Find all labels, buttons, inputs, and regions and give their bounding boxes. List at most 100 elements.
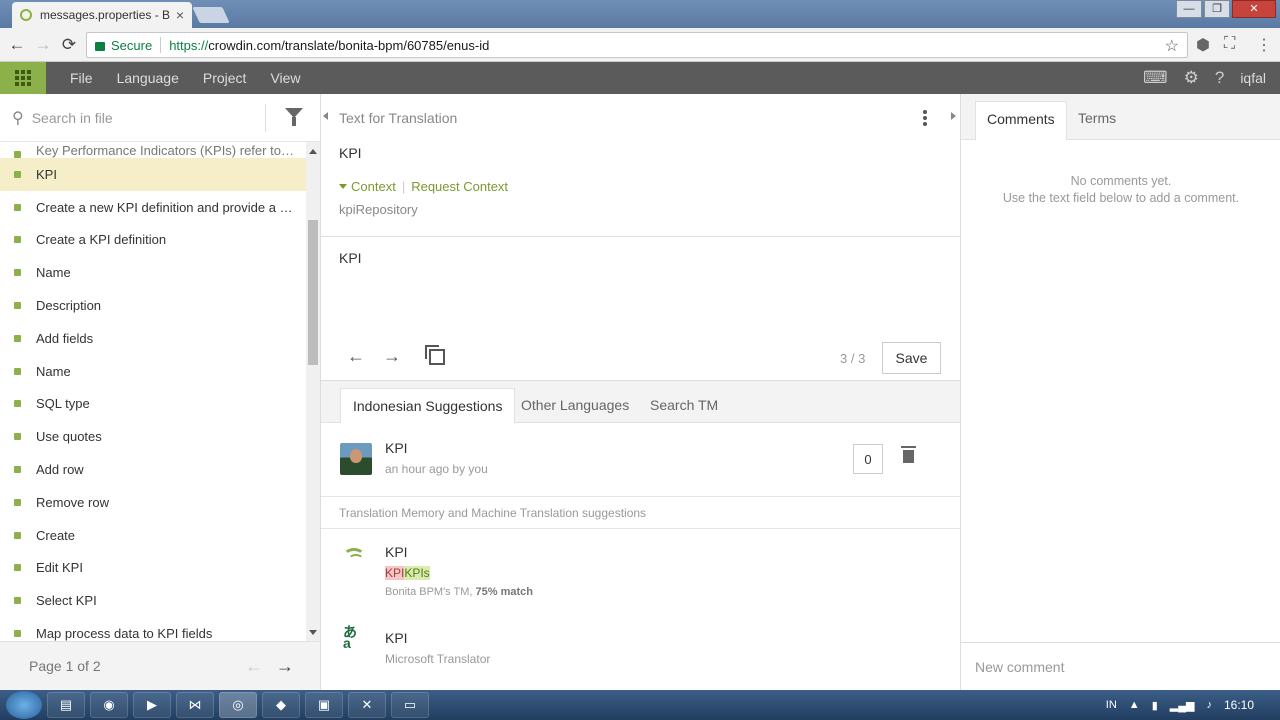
copy-source-icon[interactable] xyxy=(425,345,445,365)
mt-suggestion-text[interactable]: KPI xyxy=(385,630,408,646)
filter-icon[interactable] xyxy=(285,108,303,126)
apps-grid-icon[interactable] xyxy=(0,62,46,94)
translation-textarea[interactable]: KPI xyxy=(339,250,362,266)
tm-diff: KPIKPIs xyxy=(385,566,430,580)
window-controls: — ❐ ✕ xyxy=(1174,0,1276,18)
save-button[interactable]: Save xyxy=(882,342,941,374)
list-item[interactable]: SQL type xyxy=(0,388,306,421)
address-bar[interactable]: Secure https://crowdin.com/translate/bon… xyxy=(86,32,1188,58)
collapse-right-icon[interactable] xyxy=(951,112,956,120)
tm-section-header: Translation Memory and Machine Translati… xyxy=(321,497,960,529)
menu-file[interactable]: File xyxy=(70,70,93,86)
tab-close-icon[interactable]: × xyxy=(176,7,184,23)
visual-studio-icon[interactable]: ⋈ xyxy=(176,692,214,718)
chrome-menu-icon[interactable]: ⋮ xyxy=(1256,35,1272,55)
list-item[interactable]: Edit KPI xyxy=(0,552,306,585)
tm-suggestion-text[interactable]: KPI xyxy=(385,544,408,560)
right-tabs: Comments Terms xyxy=(961,94,1280,140)
comments-panel: Comments Terms No comments yet. Use the … xyxy=(960,94,1280,690)
window-icon[interactable]: ▭ xyxy=(391,692,429,718)
scroll-down-icon[interactable] xyxy=(309,630,317,635)
new-tab-button[interactable] xyxy=(192,7,230,23)
tab-search-tm[interactable]: Search TM xyxy=(638,388,730,423)
list-item[interactable]: Map process data to KPI fields xyxy=(0,617,306,641)
chrome-icon[interactable]: ◎ xyxy=(219,692,257,718)
maximize-button[interactable]: ❐ xyxy=(1204,0,1230,18)
keyboard-icon[interactable]: ⌨ xyxy=(1143,68,1168,88)
suggestion-tabs: Indonesian Suggestions Other Languages S… xyxy=(321,381,960,423)
scroll-thumb[interactable] xyxy=(308,220,318,365)
firefox-icon[interactable]: ◉ xyxy=(90,692,128,718)
caret-down-icon xyxy=(339,184,347,189)
list-item[interactable]: KPI xyxy=(0,158,306,191)
back-arrow-icon[interactable]: ← xyxy=(4,35,30,55)
context-toggle[interactable]: Context xyxy=(351,179,396,194)
string-key: kpiRepository xyxy=(339,202,418,217)
page-indicator: Page 1 of 2 xyxy=(29,658,101,674)
minimize-button[interactable]: — xyxy=(1176,0,1202,18)
suggestion-row[interactable]: KPI an hour ago by you 0 xyxy=(321,423,960,497)
menu-language[interactable]: Language xyxy=(117,70,179,86)
request-context-link[interactable]: Request Context xyxy=(411,179,508,194)
volume-icon[interactable]: ♪ xyxy=(1206,699,1212,711)
list-item[interactable]: Select KPI xyxy=(0,584,306,617)
search-bar: ⚲ Search in file xyxy=(0,94,320,142)
cast-icon[interactable]: ⛶ xyxy=(1224,35,1235,53)
crowdin-favicon-icon xyxy=(20,9,32,21)
app-icon[interactable]: ◆ xyxy=(262,692,300,718)
media-player-icon[interactable]: ▶ xyxy=(133,692,171,718)
bookmark-star-icon[interactable]: ☆ xyxy=(1165,36,1179,56)
list-item[interactable]: Create a KPI definition xyxy=(0,224,306,257)
mt-source: Microsoft Translator xyxy=(385,652,491,666)
reload-icon[interactable]: ⟳ xyxy=(56,35,82,55)
menu-view[interactable]: View xyxy=(270,70,300,86)
close-window-button[interactable]: ✕ xyxy=(1232,0,1276,18)
list-scrollbar[interactable] xyxy=(306,142,320,641)
secure-label: Secure xyxy=(111,37,153,53)
list-item[interactable]: Description xyxy=(0,289,306,322)
list-item[interactable]: Name xyxy=(0,256,306,289)
list-item[interactable]: Use quotes xyxy=(0,420,306,453)
list-item[interactable]: Remove row xyxy=(0,486,306,519)
user-name[interactable]: iqfal xyxy=(1240,70,1266,86)
list-item[interactable]: Name xyxy=(0,355,306,388)
trash-icon[interactable] xyxy=(901,446,916,463)
search-icon: ⚲ xyxy=(12,109,24,127)
gear-icon[interactable]: ⚙ xyxy=(1184,68,1199,88)
clock[interactable]: 16:10 xyxy=(1224,698,1254,712)
browser-chrome: messages.properties - Bo × — ❐ ✕ ← → ⟳ S… xyxy=(0,0,1280,62)
start-button[interactable] xyxy=(6,691,42,719)
list-item[interactable]: Create a new KPI definition and provide … xyxy=(0,191,306,224)
tab-indonesian-suggestions[interactable]: Indonesian Suggestions xyxy=(340,388,516,423)
language-indicator[interactable]: IN xyxy=(1106,699,1117,711)
office-icon[interactable]: ▣ xyxy=(305,692,343,718)
tab-comments[interactable]: Comments xyxy=(975,101,1067,140)
tab-terms[interactable]: Terms xyxy=(1067,101,1127,140)
excel-icon[interactable]: ✕ xyxy=(348,692,386,718)
new-comment-input[interactable]: New comment xyxy=(961,642,1280,690)
forward-arrow-icon[interactable]: → xyxy=(30,35,56,55)
browser-tab[interactable]: messages.properties - Bo × xyxy=(12,2,192,28)
prev-string-icon[interactable]: ← xyxy=(347,346,365,367)
list-item[interactable]: Create xyxy=(0,519,306,552)
help-icon[interactable]: ? xyxy=(1215,68,1224,88)
menu-project[interactable]: Project xyxy=(203,70,247,86)
list-item[interactable]: Key Performance Indicators (KPIs) refer … xyxy=(0,142,306,158)
search-input[interactable]: Search in file xyxy=(32,110,113,126)
list-item[interactable]: Add row xyxy=(0,453,306,486)
tab-other-languages[interactable]: Other Languages xyxy=(509,388,641,423)
network-icon[interactable]: ▂▄▆ xyxy=(1170,699,1195,712)
vote-count[interactable]: 0 xyxy=(853,444,883,474)
explorer-icon[interactable]: ▤ xyxy=(47,692,85,718)
prev-page-icon[interactable]: ← xyxy=(245,656,263,677)
tray-expand-icon[interactable]: ▲ xyxy=(1129,699,1140,711)
scroll-up-icon[interactable] xyxy=(309,149,317,154)
next-page-icon[interactable]: → xyxy=(276,656,294,677)
string-counter: 3 / 3 xyxy=(840,351,866,366)
extension-icon[interactable]: ⬢ xyxy=(1196,35,1210,55)
battery-icon[interactable]: ▮ xyxy=(1152,699,1158,712)
next-string-icon[interactable]: → xyxy=(383,346,401,367)
list-item[interactable]: Add fields xyxy=(0,322,306,355)
collapse-left-icon[interactable] xyxy=(323,112,328,120)
more-options-icon[interactable] xyxy=(923,110,927,128)
